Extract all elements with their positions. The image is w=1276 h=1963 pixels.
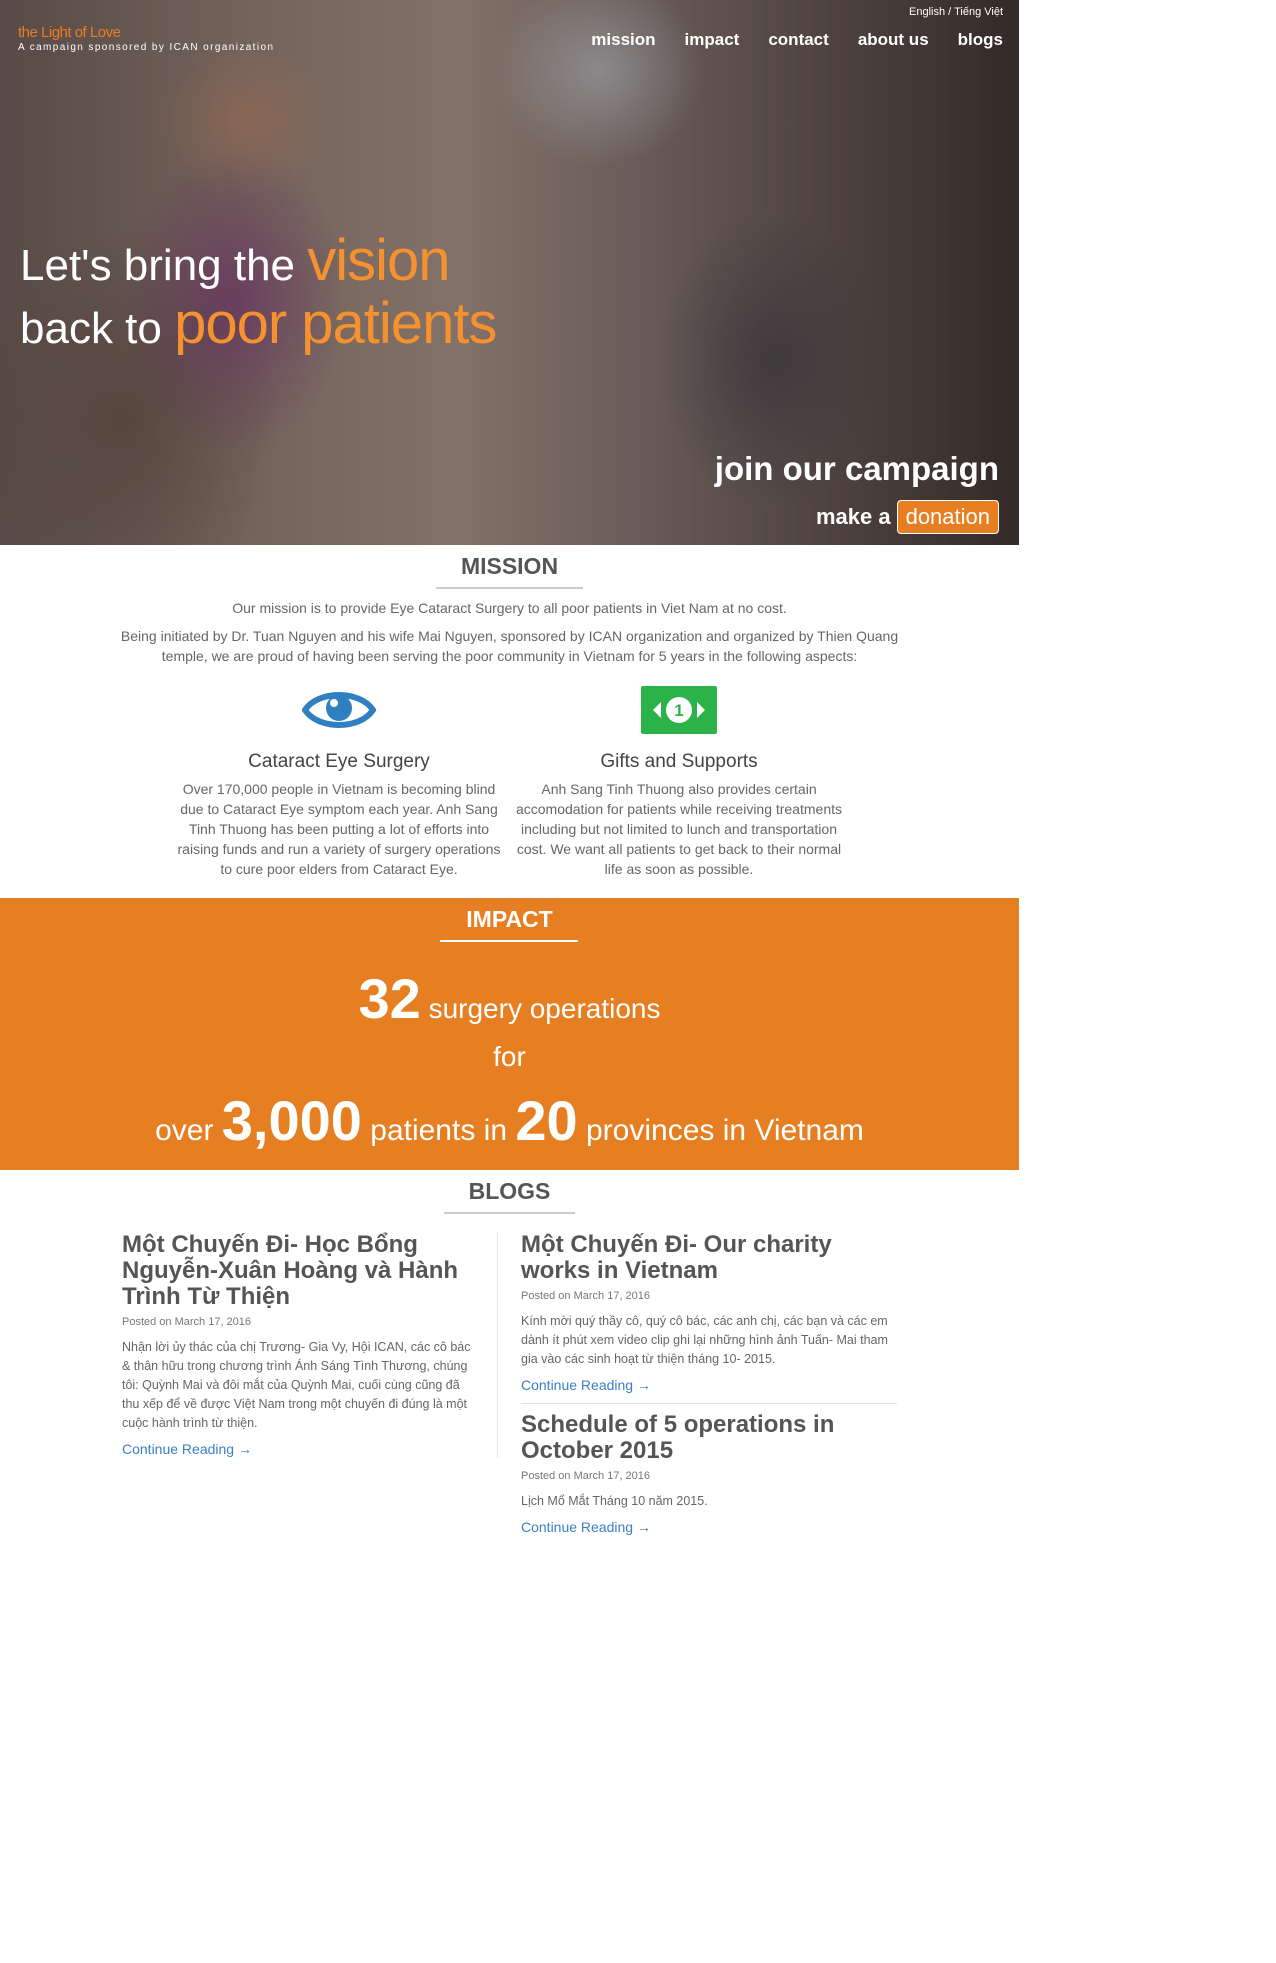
mission-text-2: Being initiated by Dr. Tuan Nguyen and h… bbox=[120, 628, 899, 664]
blog-post-title[interactable]: Một Chuyến Đi- Học Bổng Nguyễn-Xuân Hoàn… bbox=[122, 1232, 474, 1310]
blog-post-title[interactable]: Schedule of 5 operations in October 2015 bbox=[521, 1412, 901, 1464]
operations-label: surgery operations bbox=[420, 993, 661, 1024]
feature-cataract-surgery: Cataract Eye Surgery Over 170,000 people… bbox=[174, 684, 504, 879]
blog-post-title[interactable]: Một Chuyến Đi- Our charity works in Viet… bbox=[521, 1232, 901, 1284]
hero-banner: the Light of Love A campaign sponsored b… bbox=[0, 0, 1019, 545]
blog-post-divider bbox=[521, 1403, 897, 1404]
patients-label: patients in bbox=[361, 1114, 516, 1147]
mission-title: MISSION bbox=[460, 553, 559, 579]
continue-reading-link[interactable]: Continue Reading → bbox=[122, 1441, 252, 1457]
impact-section: IMPACT 32 surgery operations for over 3,… bbox=[0, 898, 1019, 1170]
join-campaign-text: join our campaign bbox=[714, 450, 999, 487]
nav-item-mission[interactable]: mission bbox=[591, 30, 655, 50]
main-nav: mission impact contact about us blogs bbox=[562, 30, 1003, 50]
blog-column-divider bbox=[497, 1232, 498, 1458]
language-english[interactable]: English bbox=[909, 6, 945, 18]
headline-line1-prefix: Let's bring the bbox=[20, 241, 308, 290]
impact-title: IMPACT bbox=[466, 906, 553, 932]
over-label: over bbox=[155, 1114, 222, 1147]
continue-reading-link[interactable]: Continue Reading → bbox=[521, 1377, 651, 1393]
language-vietnamese[interactable]: Tiếng Việt bbox=[954, 6, 1003, 18]
language-switcher: English / Tiếng Việt bbox=[909, 6, 1003, 18]
blog-post-date: Posted on March 17, 2016 bbox=[521, 1470, 651, 1482]
feature-title: Gifts and Supports bbox=[600, 751, 758, 772]
provinces-count: 20 bbox=[515, 1089, 578, 1152]
money-bill-icon: 1 bbox=[639, 686, 719, 740]
blogs-underline bbox=[444, 1212, 575, 1214]
nav-item-about-us[interactable]: about us bbox=[858, 30, 929, 50]
nav-item-blogs[interactable]: blogs bbox=[958, 30, 1003, 50]
blog-post-excerpt: Kính mời quý thầy cô, quý cô bác, các an… bbox=[521, 1314, 888, 1366]
language-separator: / bbox=[945, 6, 955, 18]
blog-post-excerpt: Nhận lời ủy thác của chị Trương- Gia Vy,… bbox=[122, 1340, 471, 1430]
feature-gifts-supports: 1 Gifts and Supports Anh Sang Tinh Thuon… bbox=[514, 684, 844, 879]
blog-post-excerpt: Lịch Mổ Mắt Tháng 10 năm 2015. bbox=[521, 1494, 708, 1508]
blog-post: Một Chuyến Đi- Our charity works in Viet… bbox=[521, 1232, 901, 1395]
mission-underline bbox=[436, 587, 583, 589]
mission-text-1: Our mission is to provide Eye Cataract S… bbox=[232, 600, 787, 616]
headline-poor-patients: poor patients bbox=[174, 291, 497, 356]
blog-post: Một Chuyến Đi- Học Bổng Nguyễn-Xuân Hoàn… bbox=[122, 1232, 474, 1459]
impact-for: for bbox=[493, 1041, 526, 1072]
nav-item-contact[interactable]: contact bbox=[768, 30, 828, 50]
feature-text: Anh Sang Tinh Thuong also provides certa… bbox=[515, 781, 843, 877]
brand-title[interactable]: the Light of Love bbox=[18, 24, 121, 41]
svg-text:1: 1 bbox=[674, 701, 683, 720]
donation-button[interactable]: donation bbox=[896, 500, 999, 534]
continue-reading-link[interactable]: Continue Reading → bbox=[521, 1519, 651, 1535]
nav-item-impact[interactable]: impact bbox=[685, 30, 740, 50]
feature-title: Cataract Eye Surgery bbox=[248, 751, 430, 772]
blogs-title: BLOGS bbox=[468, 1178, 551, 1204]
operations-count: 32 bbox=[358, 967, 421, 1030]
brand-subtitle: A campaign sponsored by ICAN organizatio… bbox=[18, 42, 275, 53]
impact-patients: over 3,000 patients in 20 provinces in V… bbox=[0, 1088, 1019, 1153]
headline-line2-prefix: back to bbox=[20, 304, 175, 353]
hero-headline: Let's bring the vision back to poor pati… bbox=[20, 232, 497, 358]
blog-post: Schedule of 5 operations in October 2015… bbox=[521, 1412, 901, 1537]
eye-icon bbox=[301, 692, 377, 740]
blog-post-date: Posted on March 17, 2016 bbox=[521, 1290, 651, 1302]
impact-operations: 32 surgery operations bbox=[0, 966, 1019, 1031]
make-donation-row: make a donation bbox=[816, 500, 999, 534]
impact-underline bbox=[440, 940, 578, 942]
provinces-label: provinces in Vietnam bbox=[577, 1114, 864, 1147]
make-a-text: make a bbox=[815, 504, 891, 529]
feature-text: Over 170,000 people in Vietnam is becomi… bbox=[177, 781, 501, 877]
patients-count: 3,000 bbox=[221, 1089, 362, 1152]
blog-post-date: Posted on March 17, 2016 bbox=[122, 1316, 252, 1328]
headline-vision: vision bbox=[307, 228, 450, 293]
